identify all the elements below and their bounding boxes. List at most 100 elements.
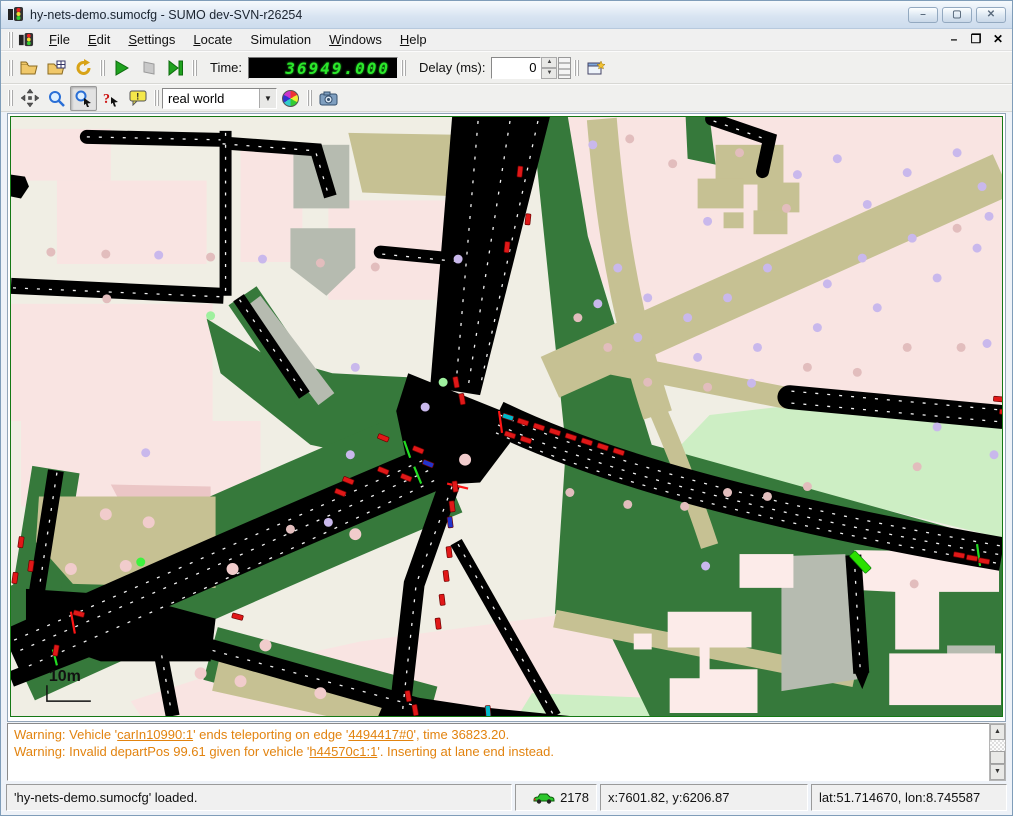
menu-edit[interactable]: Edit — [79, 30, 119, 49]
svg-text:?: ? — [103, 92, 110, 107]
open-config-button[interactable] — [16, 55, 43, 80]
chevron-down-icon[interactable]: ▼ — [259, 89, 276, 108]
menu-settings[interactable]: Settings — [119, 30, 184, 49]
menu-bar: File Edit Settings Locate Simulation Win… — [1, 29, 1012, 51]
log-line: Warning: Vehicle 'carIn10990:1' ends tel… — [14, 726, 983, 743]
vehicle[interactable] — [999, 409, 1003, 415]
vehicle[interactable] — [504, 241, 510, 252]
toolbar-grip[interactable] — [8, 90, 13, 106]
tree-dot — [833, 154, 842, 163]
tree-dot — [735, 148, 744, 157]
zoom-button[interactable] — [43, 86, 70, 111]
vehicle[interactable] — [447, 517, 453, 528]
app-icon — [7, 6, 24, 23]
vehicle[interactable] — [525, 214, 531, 225]
tree-dot — [102, 294, 111, 303]
delay-input[interactable] — [491, 57, 541, 79]
vehicle[interactable] — [18, 536, 24, 548]
vehicle[interactable] — [443, 570, 449, 581]
toolbar-grip[interactable] — [154, 90, 159, 106]
magnifier-cursor-icon — [75, 90, 92, 107]
vehicle[interactable] — [993, 396, 1003, 402]
menu-simulation[interactable]: Simulation — [241, 30, 320, 49]
tree-dot — [853, 368, 862, 377]
toolbar-grip[interactable] — [307, 90, 312, 106]
tree-dot — [858, 254, 867, 263]
delay-spin-up[interactable]: ▲ — [541, 57, 557, 68]
color-scheme-value: real world — [163, 91, 259, 106]
menu-locate[interactable]: Locate — [184, 30, 241, 49]
vehicle[interactable] — [449, 501, 455, 512]
minimize-button[interactable]: – — [908, 7, 938, 23]
tree-dot — [903, 343, 912, 352]
new-view-button[interactable] — [582, 55, 609, 80]
svg-text:!: ! — [136, 92, 139, 102]
scrollbar-thumb[interactable] — [990, 751, 1005, 764]
log-link-vehicle-id[interactable]: h44570c1:1 — [309, 744, 377, 759]
tree-dot — [351, 363, 360, 372]
scrollbar-track[interactable] — [990, 740, 1005, 751]
toolbar-grip[interactable] — [100, 60, 105, 76]
simulation-map-canvas[interactable]: 10m — [10, 116, 1003, 717]
vehicle[interactable] — [446, 546, 452, 557]
tree-dot — [421, 403, 430, 412]
tree-dot — [693, 353, 702, 362]
vehicle[interactable] — [485, 705, 491, 716]
help-pointer-button[interactable]: ? — [97, 86, 124, 111]
vehicle[interactable] — [517, 166, 523, 177]
vehicle[interactable] — [28, 560, 34, 572]
vehicle[interactable] — [439, 594, 445, 605]
close-button[interactable]: ✕ — [976, 7, 1006, 23]
edit-coloring-button[interactable] — [277, 86, 304, 111]
color-scheme-combobox[interactable]: real world ▼ — [162, 88, 277, 109]
delay-dial[interactable] — [558, 57, 571, 79]
tree-dot — [613, 264, 622, 273]
stop-button[interactable] — [135, 55, 162, 80]
open-network-button[interactable] — [43, 55, 70, 80]
scroll-up-icon[interactable]: ▲ — [990, 724, 1005, 740]
toolbar-grip[interactable] — [574, 60, 579, 76]
time-label: Time: — [210, 60, 242, 75]
locate-pick-button[interactable] — [70, 86, 97, 111]
log-link-vehicle-id[interactable]: carIn10990:1 — [117, 727, 193, 742]
vehicle[interactable] — [12, 572, 18, 584]
mdi-restore-button[interactable]: ❐ — [966, 31, 986, 49]
vehicle[interactable] — [452, 481, 458, 492]
log-scrollbar[interactable]: ▲ ▼ — [989, 723, 1006, 781]
traffic-light-dot — [136, 558, 145, 567]
question-cursor-icon: ? — [103, 90, 119, 107]
run-button[interactable] — [108, 55, 135, 80]
delay-spin-down[interactable]: ▼ — [541, 68, 557, 79]
recenter-button[interactable] — [16, 86, 43, 111]
tree-dot — [782, 204, 791, 213]
comments-button[interactable]: ! — [124, 86, 151, 111]
play-icon — [114, 60, 130, 76]
tree-dot — [983, 339, 992, 348]
reload-button[interactable] — [70, 55, 97, 80]
menu-help[interactable]: Help — [391, 30, 436, 49]
message-log[interactable]: Warning: Vehicle 'carIn10990:1' ends tel… — [7, 723, 989, 781]
cursor-position: x:7601.82, y:6206.87 — [600, 784, 808, 811]
vehicle[interactable] — [435, 618, 441, 629]
snapshot-button[interactable] — [315, 86, 342, 111]
mdi-close-button[interactable]: ✕ — [988, 31, 1008, 49]
menu-file[interactable]: File — [40, 30, 79, 49]
tree-dot — [910, 579, 919, 588]
tree-dot — [259, 640, 271, 652]
toolbar-grip[interactable] — [8, 60, 13, 76]
toolbar-grip[interactable] — [8, 32, 13, 48]
log-link-edge-id[interactable]: 4494417#0 — [348, 727, 413, 742]
title-bar: hy-nets-demo.sumocfg - SUMO dev-SVN-r262… — [1, 1, 1012, 29]
vehicle-count-panel[interactable]: 2178 — [515, 784, 597, 811]
tree-dot — [143, 516, 155, 528]
step-button[interactable] — [162, 55, 189, 80]
toolbar-grip[interactable] — [192, 60, 197, 76]
toolbar-grip[interactable] — [401, 60, 406, 76]
tree-dot — [823, 279, 832, 288]
mdi-minimize-button[interactable]: – — [944, 31, 964, 49]
menu-windows[interactable]: Windows — [320, 30, 391, 49]
scroll-down-icon[interactable]: ▼ — [990, 764, 1005, 780]
maximize-button[interactable]: ▢ — [942, 7, 972, 23]
simulation-toolbar: Time: 36949.000 Delay (ms): ▲ ▼ — [1, 51, 1012, 84]
step-icon — [167, 60, 184, 76]
